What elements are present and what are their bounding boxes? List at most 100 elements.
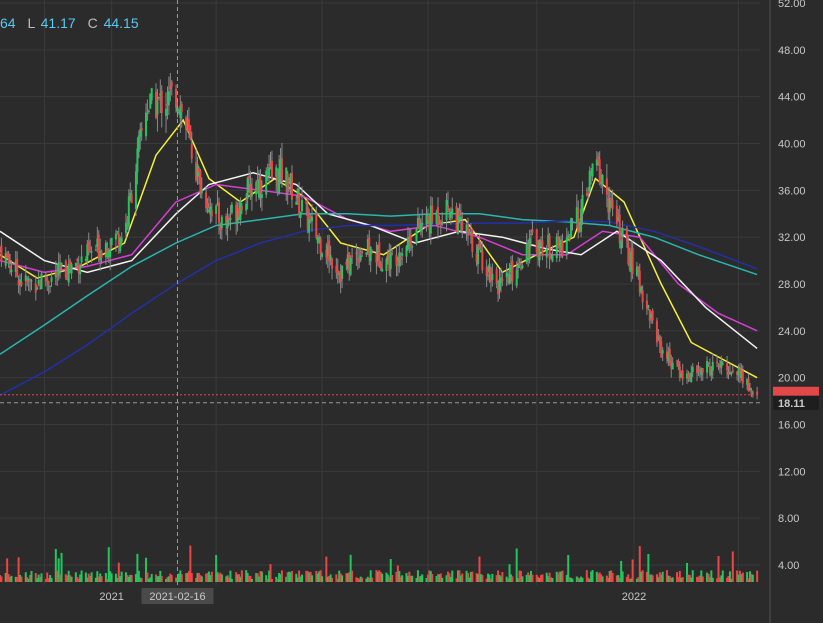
candle-up [748,388,751,391]
candle-up [230,204,233,213]
candle-down [756,391,759,395]
volume-bar [110,573,113,582]
chart-canvas[interactable]: 18.11 2021-02-16 4.00 8.00 12.00 16.00 20.00 2… [0,0,823,623]
candle-up [459,216,462,220]
candle-down [677,361,680,367]
candle-down [741,370,744,384]
candle-up [711,361,714,371]
candle-up [487,275,490,277]
volume-bar [441,577,444,582]
volume-bar [731,551,734,582]
candle-down [206,203,209,208]
ohlc-close-key: C [88,15,98,31]
candle-up [671,362,674,370]
volume-bar [701,576,704,582]
volume-bar [751,574,754,582]
candle-up [10,269,13,273]
candle-up [110,237,113,246]
candle-up [226,218,229,229]
candle-up [601,175,604,185]
candle-down [355,252,358,254]
candle-up [661,350,664,354]
volume-bar [756,570,759,582]
candle-down [655,320,658,343]
crosshair-date-label: 2021-02-16 [149,591,205,603]
candle-up [127,196,130,227]
candle-down [391,253,394,255]
candle-down [557,236,560,247]
candle-down [651,310,654,321]
candle-up [349,257,352,275]
volume-bar [631,559,634,582]
volume-bar [30,570,33,582]
candle-down [541,240,544,257]
candle-up [74,262,77,266]
candle-up [250,191,253,197]
volume-bar [741,572,744,582]
candle-down [319,238,322,254]
volume-bar [160,575,163,582]
candle-up [451,208,454,215]
candle-down [478,240,481,249]
candle-up [200,188,203,194]
candle-down [0,245,3,262]
candle-down [587,193,590,195]
candle-down [331,258,334,269]
candle-down [378,242,381,267]
candle-down [240,206,243,211]
candle-down [87,241,90,252]
candle-down [26,279,29,283]
candle-down [637,266,640,271]
candle-down [16,259,19,276]
candle-up [116,231,119,233]
candle-down [501,278,504,282]
volume-bar [641,570,644,582]
candle-up [70,264,73,274]
candle-down [9,265,12,269]
candle-down [409,235,412,247]
candle-down [485,267,488,277]
candle-up [167,91,170,106]
price-tick-label: 48.00 [778,45,806,57]
volume-bar [491,573,494,582]
candle-up [308,219,311,233]
candle-down [495,269,498,284]
volume-bar [681,576,684,582]
candle-up [109,249,112,258]
volume-bar [471,571,474,582]
candle-up [40,273,43,290]
candle-down [290,173,293,200]
volume-bar [220,574,223,582]
volume-bar [150,573,153,582]
candle-down [461,221,464,231]
volume-bar [120,571,123,582]
volume-bar [561,570,564,582]
candle-down [270,160,273,179]
candle-down [446,205,449,212]
candle-up [571,221,574,223]
volume-bar [461,573,464,582]
volume-bar [531,574,534,582]
candle-down [481,249,484,271]
volume-bar [515,548,518,582]
last-price-label: 18.11 [778,398,805,410]
price-tick-label: 12.00 [778,466,806,478]
candle-down [248,176,251,180]
candle-up [515,269,518,286]
candle-up [538,239,541,261]
volume-bar [20,576,23,582]
volume-bar [280,570,283,582]
candle-down [259,176,262,194]
volume-bar [381,573,384,582]
volume-bar [551,577,554,582]
volume-bar [671,577,674,582]
candle-up [114,233,117,240]
candle-down [618,214,621,244]
candle-up [321,253,324,258]
candle-down [399,257,402,260]
volume-bar [230,578,233,582]
volume-bar [511,576,514,582]
stock-chart[interactable]: 18.11 2021-02-16 4.00 8.00 12.00 16.00 20.00 2… [0,0,823,623]
volume-bar [591,570,594,582]
candle-up [124,222,127,234]
